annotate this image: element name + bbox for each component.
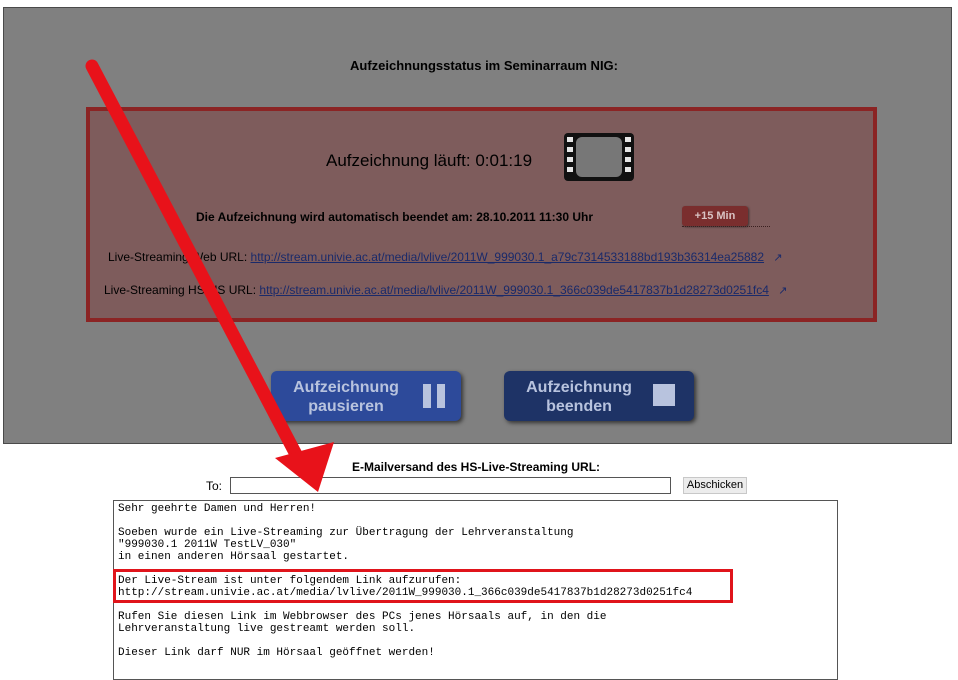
link-highlight-box xyxy=(113,569,733,603)
web-url-label: Live-Streaming Web URL: xyxy=(108,250,248,264)
message-line: Lehrveranstaltung live gestreamt werden … xyxy=(118,623,416,635)
extend-15-min-button[interactable]: +15 Min xyxy=(682,206,748,226)
pause-icon xyxy=(423,384,445,408)
pause-label-line1: Aufzeichnung xyxy=(293,379,399,396)
hs-url-row: Live-Streaming HS-HS URL: http://stream.… xyxy=(104,283,787,297)
film-camera-icon xyxy=(564,133,634,181)
to-input[interactable] xyxy=(230,477,671,494)
external-link-icon[interactable]: ↗ xyxy=(773,251,782,264)
status-title: Aufzeichnungsstatus im Seminarraum NIG: xyxy=(350,58,618,73)
email-panel: E-Mailversand des HS-Live-Streaming URL:… xyxy=(84,447,865,680)
message-line: Sehr geehrte Damen und Herren! xyxy=(118,503,317,515)
email-title: E-Mailversand des HS-Live-Streaming URL: xyxy=(351,460,601,474)
message-line: Rufen Sie diesen Link im Webbrowser des … xyxy=(118,611,607,623)
recording-status-panel: Aufzeichnungsstatus im Seminarraum NIG: … xyxy=(3,7,952,444)
auto-end-notice: Die Aufzeichnung wird automatisch beende… xyxy=(196,210,594,224)
stop-recording-button[interactable]: Aufzeichnung beenden xyxy=(504,371,694,421)
external-link-icon[interactable]: ↗ xyxy=(778,284,787,297)
web-url-link[interactable]: http://stream.univie.ac.at/media/lvlive/… xyxy=(251,250,765,264)
stop-icon xyxy=(653,384,675,406)
to-label: To: xyxy=(206,479,223,493)
message-line: Soeben wurde ein Live-Streaming zur Über… xyxy=(118,527,574,539)
hs-url-label: Live-Streaming HS-HS URL: xyxy=(104,283,257,297)
extend-underline xyxy=(682,226,770,227)
pause-button-label: Aufzeichnung pausieren xyxy=(279,378,413,416)
stop-label-line1: Aufzeichnung xyxy=(526,379,632,396)
message-line: in einen anderen Hörsaal gestartet. xyxy=(118,551,350,563)
pause-recording-button[interactable]: Aufzeichnung pausieren xyxy=(271,371,461,421)
web-url-row: Live-Streaming Web URL: http://stream.un… xyxy=(108,250,783,264)
stop-button-label: Aufzeichnung beenden xyxy=(512,378,646,416)
send-button[interactable]: Abschicken xyxy=(683,477,747,494)
hs-url-link[interactable]: http://stream.univie.ac.at/media/lvlive/… xyxy=(259,283,769,297)
recording-running-text: Aufzeichnung läuft: 0:01:19 xyxy=(326,151,533,170)
stop-label-line2: beenden xyxy=(546,398,612,415)
recording-status-box: Aufzeichnung läuft: 0:01:19 Die Aufzeich… xyxy=(86,107,877,322)
pause-label-line2: pausieren xyxy=(308,398,384,415)
message-line: Dieser Link darf NUR im Hörsaal geöffnet… xyxy=(118,647,435,659)
message-line: "999030.1 2011W TestLV_030" xyxy=(118,539,297,551)
